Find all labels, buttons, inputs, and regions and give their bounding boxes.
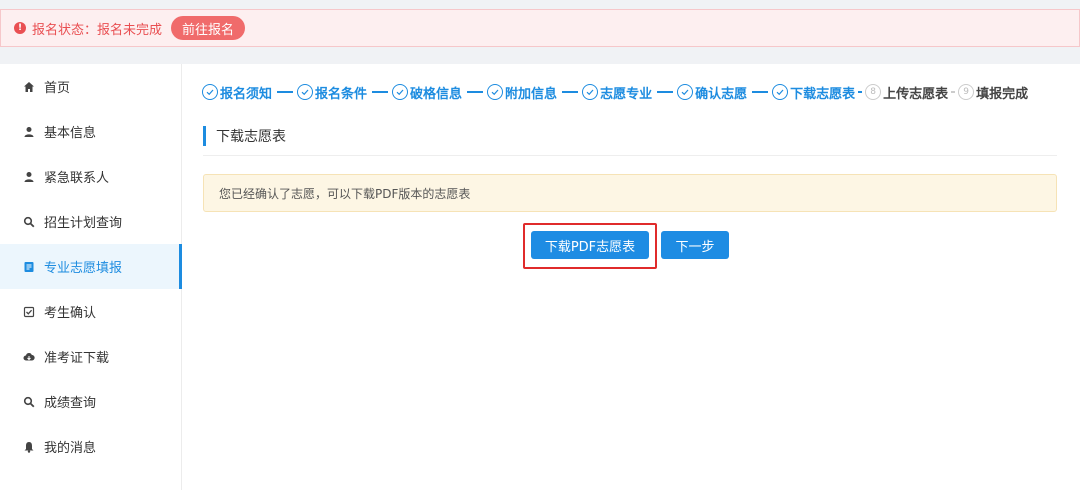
check-circle-icon — [392, 84, 409, 100]
step-label: 破格信息 — [410, 86, 463, 102]
bell-icon — [23, 441, 35, 453]
step-1: 报名须知 — [202, 83, 272, 102]
step-connector — [467, 91, 484, 93]
info-notice: 您已经确认了志愿，可以下载PDF版本的志愿表 — [203, 174, 1057, 212]
cloud-download-icon — [23, 351, 35, 363]
sidebar-item-candidate-confirm[interactable]: 考生确认 — [0, 289, 181, 334]
step-label: 填报完成 — [976, 86, 1029, 102]
checkbox-icon — [23, 306, 35, 318]
step-label: 志愿专业 — [600, 86, 653, 102]
sidebar: 首页 基本信息 紧急联系人 招生计划查询 专业志愿填报 考生确认 准考证下载 成… — [0, 64, 182, 490]
registration-status-alert: ! 报名状态：报名未完成 前往报名 — [0, 9, 1080, 47]
search-icon — [23, 216, 35, 228]
step-connector — [858, 91, 863, 93]
step-connector — [372, 91, 389, 93]
step-label: 报名条件 — [315, 86, 368, 102]
divider — [203, 155, 1057, 156]
sidebar-item-basic-info[interactable]: 基本信息 — [0, 109, 181, 154]
step-label: 确认志愿 — [695, 86, 748, 102]
main-content: 报名须知 报名条件 破格信息 附加信息 志愿专业 确认志愿 下载志愿表 8 上传… — [182, 64, 1080, 490]
step-label: 上传志愿表 — [883, 86, 949, 102]
next-step-button[interactable]: 下一步 — [661, 231, 729, 259]
check-circle-icon — [772, 84, 789, 100]
sidebar-item-label: 专业志愿填报 — [44, 261, 123, 276]
registration-status-text: 报名状态：报名未完成 — [32, 22, 163, 38]
step-connector — [752, 91, 769, 93]
step-label: 报名须知 — [220, 86, 273, 102]
sidebar-item-my-messages[interactable]: 我的消息 — [0, 424, 181, 469]
sidebar-item-label: 考生确认 — [44, 306, 97, 321]
step-connector — [562, 91, 579, 93]
sidebar-item-label: 首页 — [44, 81, 71, 96]
sidebar-item-label: 成绩查询 — [44, 396, 97, 411]
check-circle-icon — [487, 84, 504, 100]
step-label: 附加信息 — [505, 86, 558, 102]
user-icon — [23, 171, 35, 183]
step-4: 附加信息 — [487, 83, 557, 102]
step-number: 9 — [958, 84, 975, 100]
go-register-button[interactable]: 前往报名 — [171, 16, 246, 40]
step-9: 9 填报完成 — [958, 83, 1028, 102]
sidebar-item-score-query[interactable]: 成绩查询 — [0, 379, 181, 424]
sidebar-item-home[interactable]: 首页 — [0, 64, 181, 109]
sidebar-item-emergency-contact[interactable]: 紧急联系人 — [0, 154, 181, 199]
sidebar-item-label: 准考证下载 — [44, 351, 110, 366]
search-icon — [23, 396, 35, 408]
step-connector — [657, 91, 674, 93]
document-icon — [23, 261, 35, 273]
download-pdf-button[interactable]: 下载PDF志愿表 — [531, 231, 649, 259]
step-3: 破格信息 — [392, 83, 462, 102]
check-circle-icon — [677, 84, 694, 100]
step-label: 下载志愿表 — [790, 86, 856, 102]
step-7: 下载志愿表 — [772, 83, 855, 102]
step-progress: 报名须知 报名条件 破格信息 附加信息 志愿专业 确认志愿 下载志愿表 8 上传… — [202, 82, 1028, 102]
sidebar-item-enrollment-plan-query[interactable]: 招生计划查询 — [0, 199, 181, 244]
sidebar-item-label: 紧急联系人 — [44, 171, 110, 186]
sidebar-item-label: 我的消息 — [44, 441, 97, 456]
step-connector — [277, 91, 294, 93]
user-icon — [23, 126, 35, 138]
sidebar-item-label: 招生计划查询 — [44, 216, 123, 231]
step-5: 志愿专业 — [582, 83, 652, 102]
step-8: 8 上传志愿表 — [865, 83, 948, 102]
sidebar-item-admission-ticket-download[interactable]: 准考证下载 — [0, 334, 181, 379]
sidebar-item-major-application[interactable]: 专业志愿填报 — [0, 244, 182, 289]
check-circle-icon — [202, 84, 218, 100]
check-circle-icon — [297, 84, 314, 100]
check-circle-icon — [582, 84, 599, 100]
section-title: 下载志愿表 — [203, 126, 286, 146]
home-icon — [23, 81, 35, 93]
step-2: 报名条件 — [297, 83, 367, 102]
step-number: 8 — [865, 84, 882, 100]
step-connector — [951, 91, 956, 93]
exclamation-circle-icon: ! — [14, 22, 26, 34]
step-6: 确认志愿 — [677, 83, 747, 102]
sidebar-item-label: 基本信息 — [44, 126, 97, 141]
